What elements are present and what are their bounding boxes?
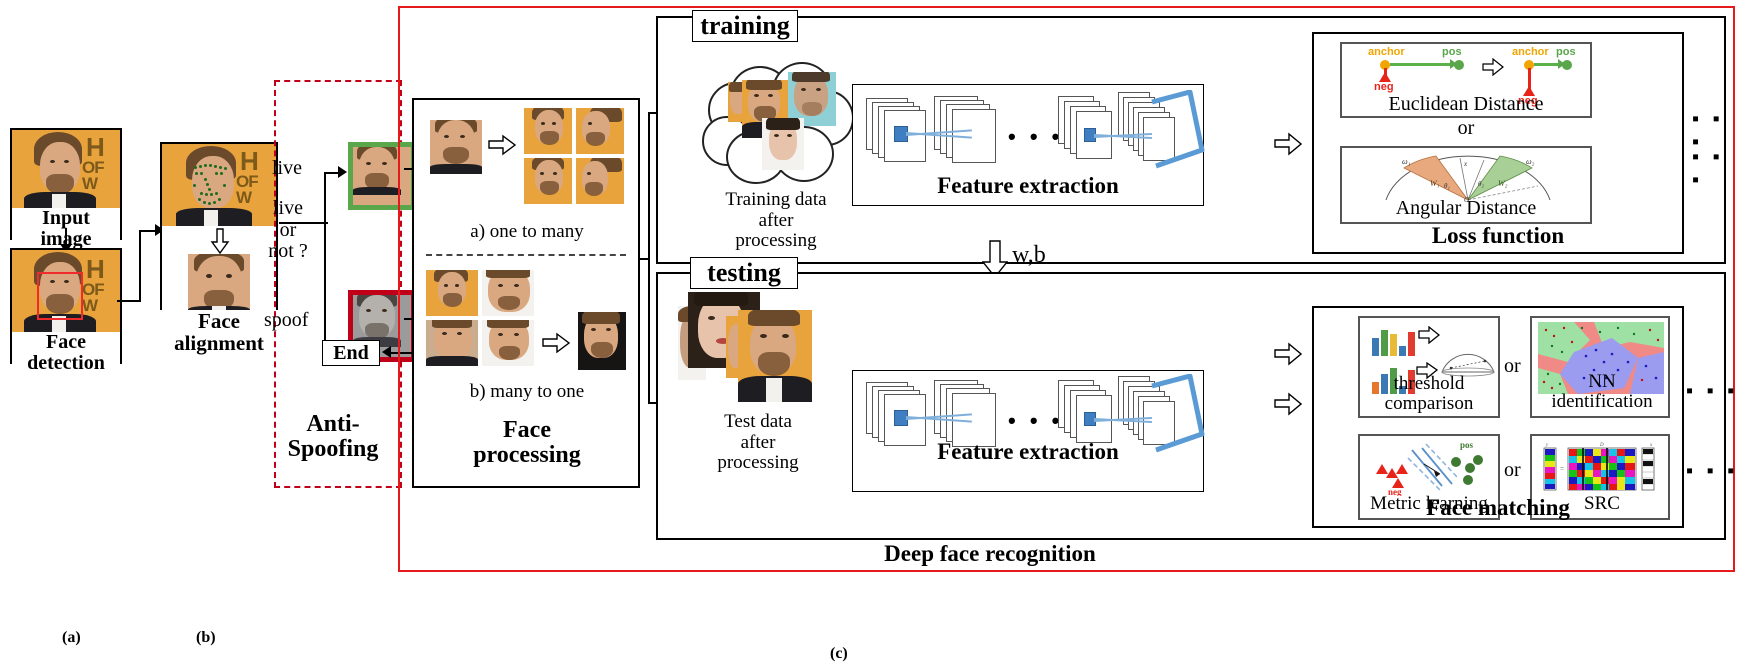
input-image-photo: H OF W — [12, 130, 120, 210]
deep-face-recognition-title: Deep face recognition — [884, 541, 1096, 566]
connector-a-b-h1 — [117, 300, 141, 302]
test-face-leo — [738, 310, 812, 402]
caption-b: (b) — [196, 629, 216, 646]
poster-letters: H — [86, 132, 105, 162]
matching-ellipsis-top: ▪ ▪ ▪ — [1686, 380, 1739, 402]
angular-distance-label: Angular Distance — [1395, 197, 1537, 219]
triplet-anchor-label-2: anchor — [1512, 46, 1549, 58]
decision-stub — [308, 222, 328, 224]
svg-text:W₂: W₂ — [1498, 179, 1508, 188]
many-to-one-arrow — [542, 332, 570, 354]
svg-text:W₁: W₁ — [1430, 179, 1440, 188]
alignment-down-arrow — [210, 228, 230, 254]
caption-a: (a) — [62, 629, 81, 646]
one-to-many-label: a) one to many — [470, 221, 584, 242]
matching-or-label-top: or — [1504, 355, 1521, 377]
many-to-one-label: b) many to one — [469, 381, 585, 402]
angular-distance-card: ω₁ ω₂ x θ₁ θ₂ W₁ W₂ O Angular Distance — [1340, 146, 1592, 224]
anti-spoofing-title: Anti- Spoofing — [287, 411, 379, 463]
caption-c: (c) — [830, 645, 848, 662]
live-branch-label: live — [272, 157, 302, 179]
svg-text:y: y — [1545, 443, 1549, 448]
svg-text:θ₁: θ₁ — [1444, 182, 1450, 190]
spoof-out-head — [382, 346, 391, 358]
branch-live-head — [338, 166, 347, 178]
loss-or-label: or — [1457, 117, 1475, 139]
matching-or-label-bottom: or — [1504, 459, 1521, 481]
many-to-one-grid — [426, 270, 536, 366]
svg-text:x: x — [1463, 160, 1468, 168]
test-data-stack — [678, 290, 838, 410]
one-to-many-source-face — [430, 120, 482, 174]
cloud-face-female — [762, 118, 804, 170]
training-to-loss-arrow — [1274, 132, 1302, 156]
testing-tag: testing — [690, 257, 798, 289]
end-node: End — [322, 340, 380, 366]
face-matching-label: Face matching — [1426, 495, 1570, 520]
threshold-comparison-label: threshold comparison — [1384, 373, 1474, 414]
one-to-many-grid — [524, 108, 624, 204]
triplet-anchor-label-1: anchor — [1368, 46, 1405, 58]
svg-text:ω₁: ω₁ — [1402, 157, 1411, 166]
detection-bounding-box — [37, 272, 83, 320]
face-detection-label: Face detection — [12, 332, 120, 374]
training-tag: training — [692, 10, 798, 42]
nn-identification-card: NN identification — [1530, 316, 1670, 418]
figure-canvas: H OF W Input image H OF W Face detection — [0, 0, 1739, 668]
training-data-cloud — [700, 60, 854, 188]
svg-text:D: D — [1599, 443, 1604, 448]
aligned-face-photo — [188, 254, 250, 316]
euclidean-transform-arrow — [1482, 58, 1504, 76]
svg-text:pos: pos — [1460, 440, 1474, 450]
weights-bias-label: w,b — [1012, 242, 1046, 268]
connector-a-b-v2 — [139, 230, 141, 302]
testing-to-match-arrow-top — [1274, 342, 1302, 366]
loss-ellipsis-bottom: ▪ ▪ ▪ — [1692, 146, 1724, 191]
svg-text:ω₂: ω₂ — [1526, 157, 1535, 166]
loss-function-label: Loss function — [1431, 223, 1565, 248]
matching-ellipsis-bottom: ▪ ▪ ▪ — [1686, 460, 1739, 482]
angular-diagram: ω₁ ω₂ x θ₁ θ₂ W₁ W₂ O — [1378, 150, 1558, 204]
svg-text:=: = — [1560, 465, 1564, 473]
nn-identification-label: NN identification — [1551, 371, 1653, 412]
face-detection-photo: H OF W — [12, 250, 120, 336]
decision-question-label: live or not ? — [268, 197, 308, 263]
training-data-label: Training data after processing — [725, 189, 827, 252]
triplet-pos-label-2: pos — [1556, 46, 1576, 58]
training-feature-extraction-label: Feature extraction — [937, 173, 1119, 198]
triplet-neg-label-1: neg — [1374, 81, 1394, 93]
metric-scatter: pos neg — [1364, 438, 1498, 497]
spoof-branch-label: spoof — [264, 309, 309, 331]
threshold-comparison-card: threshold comparison — [1358, 316, 1500, 418]
euclidean-distance-card: anchor pos neg anchor pos neg Euclidean … — [1340, 42, 1592, 118]
test-data-label: Test data after processing — [717, 411, 799, 474]
face-processing-divider — [426, 254, 626, 256]
training-cnn-stack: • • • — [862, 89, 1205, 182]
triplet-pos-label-1: pos — [1442, 46, 1462, 58]
testing-to-match-arrow-bottom — [1274, 392, 1302, 416]
branch-split-vertical — [324, 172, 326, 352]
face-detection-card: H OF W Face detection — [10, 248, 122, 374]
svg-text:x: x — [1649, 443, 1653, 448]
src-diagram: y D x = — [1538, 439, 1664, 497]
threshold-barchart-top — [1372, 328, 1420, 356]
fp-out-vertical — [648, 112, 650, 402]
many-to-one-result-face — [578, 312, 626, 370]
testing-feature-extraction-label: Feature extraction — [937, 439, 1119, 464]
euclidean-distance-label: Euclidean Distance — [1388, 93, 1544, 115]
fp-out-stub — [640, 258, 650, 260]
face-processing-title: Face processing — [473, 417, 581, 469]
one-to-many-arrow — [488, 134, 516, 156]
face-alignment-label: Face alignment — [158, 310, 280, 354]
svg-text:θ₂: θ₂ — [1478, 180, 1484, 188]
input-image-card: H OF W Input image — [10, 128, 122, 250]
